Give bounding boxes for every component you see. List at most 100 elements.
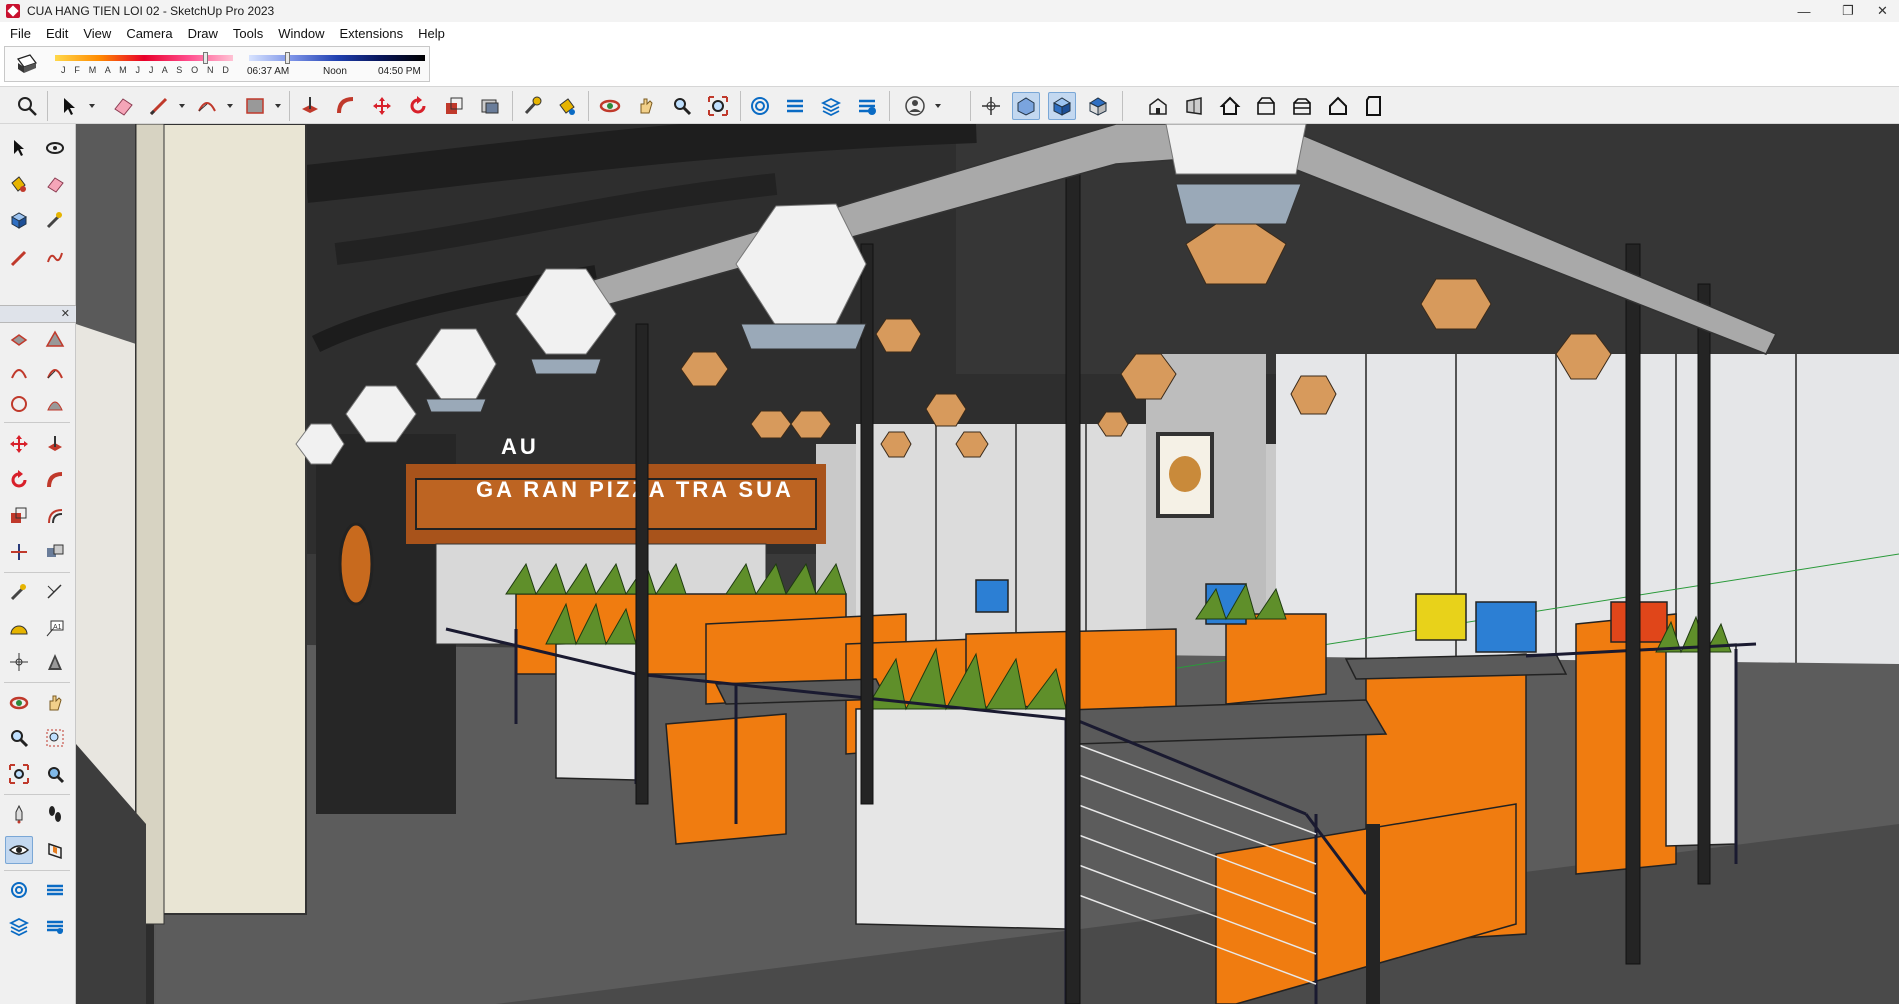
- offset-icon[interactable]: [41, 502, 69, 530]
- front-view-icon[interactable]: [1144, 92, 1172, 120]
- position-camera-icon[interactable]: [5, 800, 33, 828]
- shadows-toggle-icon[interactable]: [15, 53, 39, 75]
- home-view-icon[interactable]: [1324, 92, 1352, 120]
- pie-icon[interactable]: [41, 358, 69, 386]
- axes-icon[interactable]: [5, 648, 33, 676]
- menu-extensions[interactable]: Extensions: [334, 26, 410, 41]
- time-slider-thumb[interactable]: [285, 52, 290, 64]
- zoom-extents-icon[interactable]: [5, 760, 33, 788]
- menu-view[interactable]: View: [77, 26, 117, 41]
- follow-me-icon[interactable]: [332, 92, 360, 120]
- scale-icon[interactable]: [5, 502, 33, 530]
- rotate-icon[interactable]: [404, 92, 432, 120]
- zoom-icon[interactable]: [668, 92, 696, 120]
- pan-icon[interactable]: [41, 689, 69, 717]
- menu-tools[interactable]: Tools: [227, 26, 269, 41]
- eraser-icon[interactable]: [41, 170, 69, 198]
- shape-icon[interactable]: [41, 390, 69, 418]
- move-icon[interactable]: [5, 430, 33, 458]
- menu-file[interactable]: File: [4, 26, 37, 41]
- axes-icon[interactable]: [977, 92, 1005, 120]
- close-icon[interactable]: ✕: [61, 307, 70, 320]
- month-slider-thumb[interactable]: [203, 52, 208, 64]
- push-pull-icon[interactable]: [41, 430, 69, 458]
- warehouse-icon[interactable]: [5, 876, 33, 904]
- menu-edit[interactable]: Edit: [40, 26, 74, 41]
- extension-manager-icon[interactable]: [41, 912, 69, 940]
- extension-manager-icon[interactable]: [853, 92, 881, 120]
- circle-icon[interactable]: [5, 390, 33, 418]
- zoom-icon[interactable]: [5, 724, 33, 752]
- pencil-icon[interactable]: [145, 92, 173, 120]
- xray-icon[interactable]: [1012, 92, 1040, 120]
- pencil-icon[interactable]: [5, 244, 33, 272]
- top-view-icon[interactable]: [1084, 92, 1112, 120]
- search-icon[interactable]: [13, 92, 41, 120]
- scale-icon[interactable]: [440, 92, 468, 120]
- eraser-icon[interactable]: [109, 92, 137, 120]
- zoom-extents-icon[interactable]: [704, 92, 732, 120]
- select-icon[interactable]: [55, 92, 83, 120]
- previous-view-icon[interactable]: [41, 760, 69, 788]
- iso-view-icon[interactable]: [1048, 92, 1076, 120]
- axis-move-icon[interactable]: [5, 538, 33, 566]
- profile-dropdown-icon[interactable]: [935, 104, 941, 108]
- right-view-icon[interactable]: [1180, 92, 1208, 120]
- rectangle-icon[interactable]: [241, 92, 269, 120]
- minimize-button[interactable]: —: [1781, 0, 1827, 22]
- left-view-icon[interactable]: [1252, 92, 1280, 120]
- menu-window[interactable]: Window: [272, 26, 330, 41]
- pan-icon[interactable]: [632, 92, 660, 120]
- orbit-icon[interactable]: [41, 134, 69, 162]
- polygon-icon[interactable]: [41, 326, 69, 354]
- layout-icon[interactable]: [5, 912, 33, 940]
- extension-warehouse-icon[interactable]: [41, 876, 69, 904]
- section-plane-icon[interactable]: [41, 836, 69, 864]
- follow-me-icon[interactable]: [41, 466, 69, 494]
- layout-icon[interactable]: [817, 92, 845, 120]
- push-pull-icon[interactable]: [296, 92, 324, 120]
- maximize-button[interactable]: ❐: [1825, 0, 1871, 22]
- walk-icon[interactable]: [41, 800, 69, 828]
- close-button[interactable]: ✕: [1866, 0, 1899, 22]
- rectangle-icon[interactable]: [5, 326, 33, 354]
- component-move-icon[interactable]: [41, 538, 69, 566]
- pencil-dropdown-icon[interactable]: [179, 104, 185, 108]
- freehand-icon[interactable]: [41, 244, 69, 272]
- 3d-text-icon[interactable]: [41, 648, 69, 676]
- paint-bucket-icon[interactable]: [5, 170, 33, 198]
- orbit-icon[interactable]: [5, 689, 33, 717]
- arc-dropdown-icon[interactable]: [227, 104, 233, 108]
- move-icon[interactable]: [368, 92, 396, 120]
- look-around-icon[interactable]: [5, 836, 33, 864]
- dimension-icon[interactable]: [41, 578, 69, 606]
- tape-measure-icon[interactable]: [5, 578, 33, 606]
- warehouse-icon[interactable]: [746, 92, 774, 120]
- menu-help[interactable]: Help: [412, 26, 451, 41]
- rectangle-dropdown-icon[interactable]: [275, 104, 281, 108]
- back-view-icon[interactable]: [1216, 92, 1244, 120]
- profile-icon[interactable]: [901, 92, 929, 120]
- tape-measure-icon[interactable]: [41, 206, 69, 234]
- rotate-icon[interactable]: [5, 466, 33, 494]
- paint-bucket-icon[interactable]: [553, 92, 581, 120]
- arc-icon[interactable]: [193, 92, 221, 120]
- orbit-icon[interactable]: [596, 92, 624, 120]
- menu-camera[interactable]: Camera: [120, 26, 178, 41]
- tape-measure-icon[interactable]: [519, 92, 547, 120]
- page-view-icon[interactable]: [1360, 92, 1388, 120]
- floating-toolbar-header[interactable]: ✕: [0, 305, 76, 323]
- offset-icon[interactable]: [476, 92, 504, 120]
- component-icon[interactable]: [5, 206, 33, 234]
- bottom-view-icon[interactable]: [1288, 92, 1316, 120]
- 3d-viewport[interactable]: AU GA RAN PIZZA TRA SUA: [76, 124, 1899, 1004]
- text-icon[interactable]: A1: [41, 614, 69, 642]
- arc-icon[interactable]: [5, 358, 33, 386]
- zoom-window-icon[interactable]: [41, 724, 69, 752]
- select-dropdown-icon[interactable]: [89, 104, 95, 108]
- menu-draw[interactable]: Draw: [182, 26, 224, 41]
- extension-warehouse-icon[interactable]: [781, 92, 809, 120]
- select-icon[interactable]: [5, 134, 33, 162]
- time-slider[interactable]: [249, 55, 425, 61]
- protractor-icon[interactable]: [5, 614, 33, 642]
